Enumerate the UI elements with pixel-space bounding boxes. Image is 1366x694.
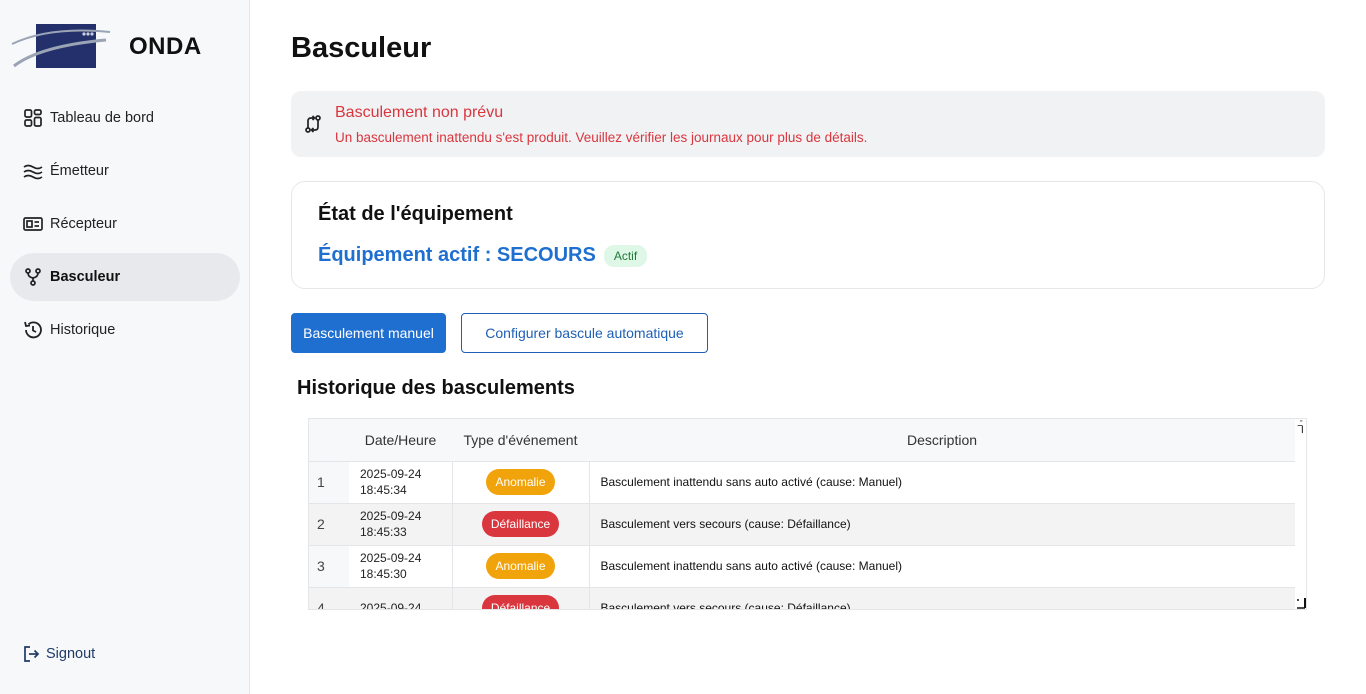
signout-link[interactable]: Signout <box>22 644 95 664</box>
scroll-up-icon[interactable] <box>1293 420 1307 434</box>
configure-auto-switch-button[interactable]: Configurer bascule automatique <box>461 313 708 353</box>
manual-switch-button[interactable]: Basculement manuel <box>291 313 446 353</box>
scroll-down-icon[interactable] <box>1293 596 1307 610</box>
table-row[interactable]: 2 2025-09-24 18:45:33 Défaillance Bascul… <box>309 503 1295 546</box>
event-type-badge: Défaillance <box>481 511 560 537</box>
table-row[interactable]: 1 2025-09-24 18:45:34 Anomalie Basculeme… <box>309 461 1295 504</box>
brand-name: ONDA <box>129 33 202 60</box>
row-number: 4 <box>309 587 349 609</box>
event-type-badge: Anomalie <box>486 553 555 579</box>
row-date: 2025-09-24 <box>360 467 422 481</box>
table-row[interactable]: 3 2025-09-24 18:45:30 Anomalie Basculeme… <box>309 545 1295 588</box>
sidebar-nav: Tableau de bord Émetteur Récepteur Bascu… <box>10 94 240 359</box>
waves-icon <box>22 160 44 182</box>
sidebar-item-label: Basculeur <box>50 269 121 285</box>
column-header-type[interactable]: Type d'événement <box>452 419 589 462</box>
sidebar-item-recepteur[interactable]: Récepteur <box>10 200 240 248</box>
event-type-badge: Défaillance <box>481 595 560 609</box>
row-date: 2025-09-24 <box>360 551 422 565</box>
row-datetime: 2025-09-24 18:45:30 <box>349 545 453 588</box>
column-header-date[interactable]: Date/Heure <box>349 419 452 462</box>
sidebar-item-tableau-de-bord[interactable]: Tableau de bord <box>10 94 240 142</box>
app-root: ONDA Tableau de bord Émetteur Récepteur <box>0 0 1366 694</box>
alert-title: Basculement non prévu <box>335 104 504 121</box>
equipment-active-row: Équipement actif : SECOURS Actif <box>318 244 648 267</box>
signout-icon <box>22 644 42 664</box>
row-description: Basculement vers secours (cause: Défaill… <box>589 503 1295 546</box>
sidebar-item-label: Historique <box>50 322 116 338</box>
alert-description: Un basculement inattendu s'est produit. … <box>335 130 868 145</box>
column-header-description[interactable]: Description <box>589 419 1295 462</box>
history-table-container[interactable]: Date/Heure Type d'événement Description … <box>308 418 1307 610</box>
row-type-cell: Défaillance <box>452 503 590 546</box>
equipment-status-title: État de l'équipement <box>318 203 513 225</box>
row-type-cell: Anomalie <box>452 461 590 504</box>
row-description: Basculement inattendu sans auto activé (… <box>589 461 1295 504</box>
row-number: 3 <box>309 545 349 588</box>
sidebar-item-label: Récepteur <box>50 216 117 232</box>
sidebar: ONDA Tableau de bord Émetteur Récepteur <box>0 0 250 694</box>
row-date: 2025-09-24 <box>360 601 422 610</box>
history-icon <box>22 319 44 341</box>
sidebar-item-historique[interactable]: Historique <box>10 306 240 354</box>
row-type-cell: Anomalie <box>452 545 590 588</box>
row-datetime: 2025-09-24 <box>349 587 453 610</box>
history-table: Date/Heure Type d'événement Description … <box>309 419 1295 610</box>
table-row[interactable]: 4 2025-09-24 Défaillance Basculement ver… <box>309 587 1295 610</box>
event-type-badge: Anomalie <box>486 469 555 495</box>
history-section-title: Historique des basculements <box>297 377 575 399</box>
row-time: 18:45:34 <box>360 483 407 497</box>
row-type-cell: Défaillance <box>452 587 590 609</box>
row-time: 18:45:30 <box>360 567 407 581</box>
row-description: Basculement vers secours (cause: Défaill… <box>589 587 1295 609</box>
row-number-header <box>309 419 349 462</box>
signout-label: Signout <box>46 646 96 662</box>
row-description: Basculement inattendu sans auto activé (… <box>589 545 1295 588</box>
row-number: 1 <box>309 461 349 504</box>
sidebar-item-basculeur[interactable]: Basculeur <box>10 253 240 301</box>
receiver-card-icon <box>22 213 44 235</box>
page-title: Basculeur <box>291 32 432 64</box>
onda-logo-icon <box>11 24 111 68</box>
equipment-status-card: État de l'équipement Équipement actif : … <box>291 181 1325 289</box>
row-time: 18:45:33 <box>360 525 407 539</box>
status-badge: Actif <box>603 244 648 267</box>
row-datetime: 2025-09-24 18:45:34 <box>349 461 453 504</box>
sidebar-item-label: Tableau de bord <box>50 110 154 126</box>
alert-banner: Basculement non prévu Un basculement ina… <box>291 91 1325 157</box>
row-date: 2025-09-24 <box>360 509 422 523</box>
sidebar-item-emetteur[interactable]: Émetteur <box>10 147 240 195</box>
equipment-active-label: Équipement actif : SECOURS <box>318 244 596 266</box>
swap-arrows-icon <box>302 113 324 135</box>
table-header-row: Date/Heure Type d'événement Description <box>309 419 1295 462</box>
row-number: 2 <box>309 503 349 546</box>
sidebar-item-label: Émetteur <box>50 163 109 179</box>
row-datetime: 2025-09-24 18:45:33 <box>349 503 453 546</box>
dashboard-grid-icon <box>22 107 44 129</box>
brand-logo[interactable]: ONDA <box>10 20 230 72</box>
fork-icon <box>22 266 44 288</box>
